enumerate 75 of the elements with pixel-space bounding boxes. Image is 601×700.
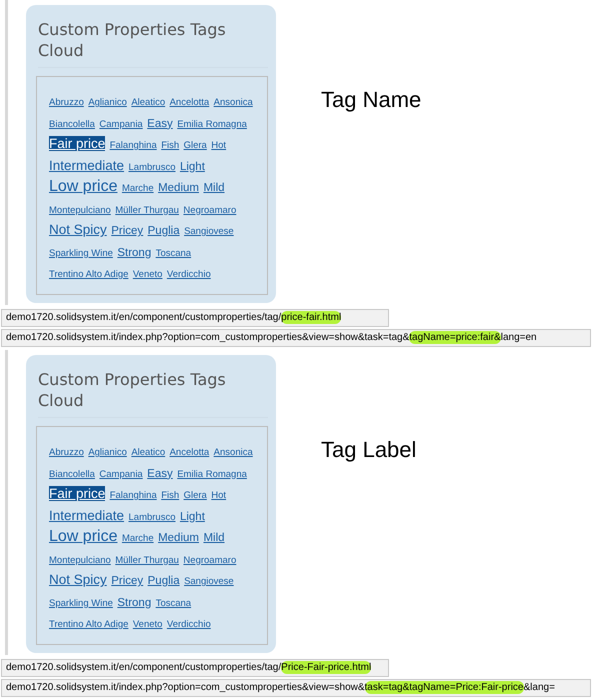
- tag-link[interactable]: Emilia Romagna: [177, 118, 247, 130]
- tag-link[interactable]: Falanghina: [110, 490, 157, 501]
- tag-link[interactable]: Light: [180, 160, 205, 172]
- tag-link[interactable]: Lambrusco: [128, 512, 176, 522]
- tag-link[interactable]: Sparkling Wine: [49, 598, 113, 608]
- tag-link[interactable]: Veneto: [132, 619, 162, 630]
- tag-link[interactable]: Fish: [161, 140, 180, 151]
- tag-link[interactable]: Aglianico: [88, 97, 127, 108]
- tag-link[interactable]: Falanghina: [110, 140, 157, 151]
- tag-link[interactable]: Mild: [203, 532, 225, 544]
- tag-link[interactable]: Not Spicy: [49, 572, 107, 587]
- tag-link[interactable]: Sparkling Wine: [49, 248, 113, 258]
- status-bar-url: demo1720.solidsystem.it/index.php?option=com_customproperties&view=show&task=tag&tagName=price:fair&lang=en: [1, 329, 591, 347]
- tag-link[interactable]: Campania: [99, 118, 143, 130]
- tag-link[interactable]: Aglianico: [88, 447, 127, 458]
- tag-link[interactable]: Negroamaro: [183, 554, 236, 566]
- tag-link[interactable]: Ancelotta: [170, 447, 210, 458]
- tag-link[interactable]: Montepulciano: [49, 554, 111, 566]
- tag-link[interactable]: Fair price: [49, 136, 106, 151]
- tag-link[interactable]: Marche: [122, 183, 154, 194]
- tag-link[interactable]: Strong: [117, 246, 152, 258]
- tag-link[interactable]: Low price: [49, 528, 118, 545]
- tag-link[interactable]: Abruzzo: [49, 97, 84, 108]
- caption: Tag Name: [321, 87, 422, 114]
- tag-link[interactable]: Toscana: [156, 248, 192, 258]
- tag-link[interactable]: Montepulciano: [49, 204, 111, 216]
- tag-link[interactable]: Müller Thurgau: [115, 554, 179, 566]
- tag-link[interactable]: Easy: [147, 468, 173, 480]
- tag-link[interactable]: Easy: [147, 118, 173, 130]
- tag-link[interactable]: Low price: [49, 178, 118, 195]
- tag-link[interactable]: Verdicchio: [166, 269, 211, 280]
- tag-link[interactable]: Marche: [122, 533, 154, 544]
- tag-link[interactable]: Emilia Romagna: [177, 468, 247, 480]
- tag-link[interactable]: Hot: [211, 140, 226, 151]
- status-bar-url: demo1720.solidsystem.it/en/component/customproperties/tag/price-fair.html: [1, 309, 389, 327]
- status-bar-url: demo1720.solidsystem.it/en/component/customproperties/tag/Price-Fair-price.html: [1, 659, 389, 677]
- tag-link[interactable]: Toscana: [156, 598, 192, 608]
- tag-link[interactable]: Müller Thurgau: [115, 204, 179, 216]
- tag-link[interactable]: Aleatico: [131, 447, 166, 458]
- tag-link[interactable]: Ansonica: [214, 447, 253, 458]
- tag-link[interactable]: Biancolella: [49, 468, 95, 480]
- tag-link[interactable]: Aleatico: [131, 97, 166, 108]
- tag-link[interactable]: Lambrusco: [128, 162, 176, 172]
- tag-link[interactable]: Light: [180, 510, 205, 522]
- tag-link[interactable]: Glera: [184, 490, 207, 501]
- tag-link[interactable]: Intermediate: [49, 158, 124, 172]
- tag-link[interactable]: Fish: [161, 490, 180, 501]
- tag-link[interactable]: Ansonica: [214, 97, 253, 108]
- tag-link[interactable]: Trentino Alto Adige: [49, 619, 128, 630]
- tag-link[interactable]: Pricey: [111, 225, 144, 237]
- tag-link[interactable]: Strong: [117, 596, 152, 608]
- tag-link[interactable]: Fair price: [49, 486, 106, 501]
- tag-link[interactable]: Negroamaro: [183, 204, 236, 216]
- tag-link[interactable]: Puglia: [148, 575, 180, 587]
- tag-link[interactable]: Abruzzo: [49, 447, 84, 458]
- caption: Tag Label: [321, 437, 416, 464]
- tag-link[interactable]: Hot: [211, 490, 226, 501]
- tag-link[interactable]: Verdicchio: [166, 619, 211, 630]
- widget-title: Custom Properties Tags Cloud: [38, 19, 268, 68]
- tag-link[interactable]: Not Spicy: [49, 222, 107, 237]
- tag-link[interactable]: Glera: [184, 140, 207, 151]
- widget-title: Custom Properties Tags Cloud: [38, 369, 268, 418]
- tag-link[interactable]: Biancolella: [49, 118, 95, 130]
- tag-link[interactable]: Puglia: [148, 225, 180, 237]
- tag-link[interactable]: Medium: [158, 182, 199, 194]
- tag-link[interactable]: Ancelotta: [170, 97, 210, 108]
- tag-link[interactable]: Pricey: [111, 575, 144, 587]
- tag-link[interactable]: Trentino Alto Adige: [49, 269, 128, 280]
- tag-link[interactable]: Campania: [99, 468, 143, 480]
- tag-link[interactable]: Intermediate: [49, 508, 124, 522]
- tag-link[interactable]: Sangiovese: [184, 226, 234, 237]
- tag-link[interactable]: Veneto: [132, 269, 162, 280]
- tag-link[interactable]: Medium: [158, 532, 199, 544]
- tag-link[interactable]: Mild: [203, 182, 225, 194]
- tag-link[interactable]: Sangiovese: [184, 576, 234, 587]
